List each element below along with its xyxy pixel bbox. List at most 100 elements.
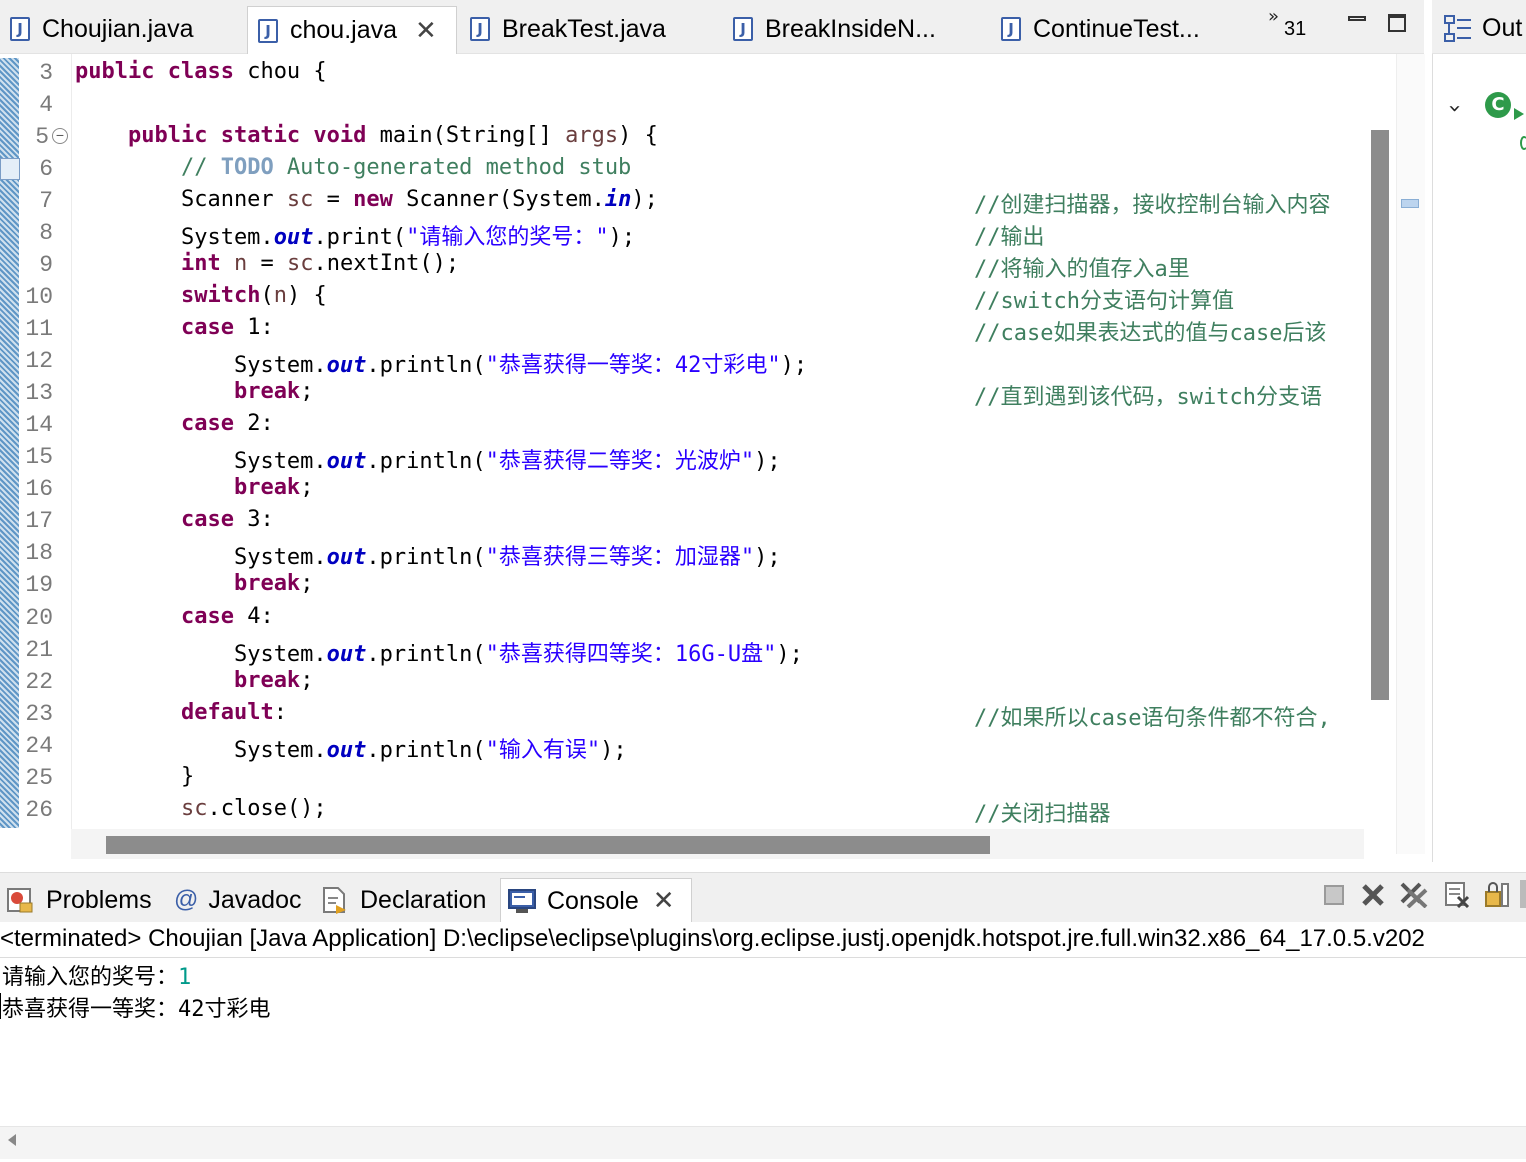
console-prompt: 请输入您的奖号： [2, 965, 179, 990]
line-number: 24 [25, 733, 53, 759]
code-line[interactable]: break; [75, 668, 313, 693]
tab-declaration[interactable]: Declaration [314, 878, 486, 922]
code-line[interactable]: switch(n) { [75, 283, 327, 308]
code-line[interactable]: public static void main(String[] args) { [75, 123, 658, 148]
keyword: public class [75, 59, 234, 84]
tab-overflow-count[interactable]: 31 [1284, 18, 1306, 41]
overview-ruler [1396, 54, 1425, 854]
tab-label: Choujian.java [42, 14, 194, 43]
scroll-left-icon[interactable] [8, 1134, 16, 1146]
code-line[interactable]: System.out.print("请输入您的奖号："); [75, 219, 635, 251]
keyword: case [180, 411, 234, 436]
class-icon[interactable]: C [1485, 92, 1511, 118]
code-line[interactable]: System.out.println("恭喜获得四等奖：16G-U盘"); [75, 636, 803, 668]
line-number: 13 [25, 380, 53, 406]
tab-choujian[interactable]: J Choujian.java [0, 6, 244, 52]
static-field: out [326, 353, 367, 378]
line-number: 26 [25, 797, 53, 823]
code-line[interactable]: case 1: [75, 315, 274, 340]
code-text: Scanner(System. [392, 187, 605, 212]
tab-label: BreakTest.java [502, 14, 666, 43]
console-line: 请输入您的奖号：1 [2, 959, 191, 991]
scroll-lock-icon[interactable] [1484, 880, 1510, 908]
tab-javadoc[interactable]: @ Javadoc [168, 878, 302, 922]
outline-tab-label[interactable]: Out [1482, 14, 1522, 43]
code-line[interactable]: default: [75, 700, 287, 725]
line-number: 16 [25, 476, 53, 502]
code-line[interactable]: sc.close(); [75, 796, 327, 821]
keyword: default [180, 700, 274, 725]
code-comment: //case如果表达式的值与case后该 [974, 321, 1327, 346]
code-line[interactable]: case 4: [75, 604, 274, 629]
toolbar-more-icon[interactable] [1520, 880, 1526, 908]
code-line[interactable]: break; [75, 571, 313, 596]
code-text: ) { [286, 283, 327, 308]
tab-continuetest[interactable]: J ContinueTest... [991, 6, 1251, 52]
tab-overflow-icon[interactable]: » [1268, 6, 1279, 27]
editor-vertical-scroll-thumb[interactable] [1371, 130, 1389, 700]
code-comment: //switch分支语句计算值 [974, 289, 1234, 314]
code-line[interactable]: case 3: [75, 507, 274, 532]
code-line[interactable]: break; [75, 475, 313, 500]
tab-label: Javadoc [208, 885, 302, 914]
keyword: new [353, 187, 393, 212]
overview-ruler-marker[interactable] [1401, 199, 1419, 208]
code-text: 3: [233, 507, 274, 532]
remove-launch-icon[interactable] [1360, 880, 1386, 908]
code-line[interactable]: break; [75, 379, 313, 404]
code-line[interactable]: case 2: [75, 411, 274, 436]
code-line[interactable]: int n = sc.nextInt(); [75, 251, 459, 276]
console-horizontal-scrollbar[interactable] [0, 1126, 1526, 1159]
tab-console[interactable]: Console ✕ [500, 878, 692, 923]
code-line[interactable]: Scanner sc = new Scanner(System.in); [75, 187, 658, 212]
tab-breaktest[interactable]: J BreakTest.java [460, 6, 720, 52]
code-line[interactable]: System.out.println("恭喜获得一等奖：42寸彩电"); [75, 347, 807, 379]
java-file-icon: J [258, 18, 278, 43]
java-file-icon: J [10, 17, 30, 41]
close-icon[interactable]: ✕ [415, 16, 437, 46]
code-text: System. [233, 642, 327, 667]
outline-icon[interactable] [1444, 14, 1472, 44]
tab-breakinside[interactable]: J BreakInsideN... [723, 6, 989, 52]
tab-chou[interactable]: J chou.java ✕ [247, 6, 457, 54]
code-text: ); [754, 545, 781, 570]
code-text: ); [600, 738, 627, 763]
task-marker-icon[interactable] [0, 158, 20, 180]
code-line[interactable]: System.out.println("恭喜获得二等奖：光波炉"); [75, 443, 781, 475]
code-text: .close(); [207, 796, 327, 821]
tab-problems[interactable]: Problems [0, 878, 152, 922]
text-caret [0, 993, 1, 1019]
line-number: 8 [39, 220, 53, 246]
code-text: = [313, 187, 354, 212]
code-line[interactable]: System.out.println("恭喜获得三等奖：加湿器"); [75, 539, 781, 571]
remove-all-terminated-icon[interactable] [1398, 880, 1428, 908]
terminate-icon[interactable] [1322, 880, 1348, 908]
param-name: args [565, 123, 619, 148]
editor-horizontal-scroll-thumb[interactable] [106, 836, 990, 854]
java-file-icon: J [470, 17, 490, 41]
problems-icon [7, 888, 33, 913]
line-number: 6 [39, 156, 53, 182]
clear-console-icon[interactable] [1444, 880, 1470, 908]
code-comment: //输出 [974, 225, 1045, 250]
fold-collapse-icon[interactable]: − [52, 128, 68, 144]
code-line[interactable]: // TODO Auto-generated method stub [75, 155, 631, 180]
tab-label: Problems [46, 885, 152, 914]
code-text: .println( [366, 545, 486, 570]
string-literal: "恭喜获得二等奖：光波炉" [485, 449, 755, 474]
keyword: case [180, 507, 234, 532]
string-literal: "恭喜获得三等奖：加湿器" [485, 545, 755, 570]
code-line[interactable]: } [75, 764, 194, 789]
maximize-icon[interactable] [1388, 14, 1406, 32]
chevron-down-icon[interactable]: › [1442, 104, 1467, 113]
line-number: 7 [39, 188, 53, 214]
line-number: 14 [25, 412, 53, 438]
code-line[interactable]: public class chou { [75, 59, 327, 84]
code-line[interactable]: System.out.println("输入有误"); [75, 732, 627, 764]
code-text: ; [300, 668, 314, 693]
code-text: .println( [366, 738, 486, 763]
close-icon[interactable]: ✕ [653, 886, 675, 916]
code-text: ( [260, 283, 274, 308]
minimize-icon[interactable] [1348, 16, 1366, 21]
method-icon[interactable] [1520, 136, 1526, 150]
